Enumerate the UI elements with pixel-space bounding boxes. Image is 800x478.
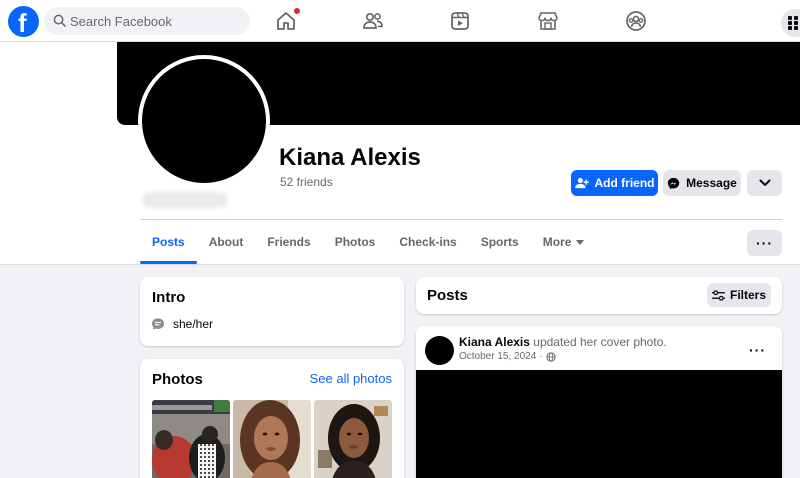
caret-down-icon xyxy=(576,239,585,245)
add-friend-button[interactable]: Add friend xyxy=(571,170,658,196)
posts-title: Posts xyxy=(427,287,468,304)
tab-friends[interactable]: Friends xyxy=(255,220,322,264)
tab-label: Check-ins xyxy=(399,235,457,249)
facebook-logo[interactable]: f xyxy=(8,6,39,38)
tab-label: Photos xyxy=(334,235,376,249)
notification-dot xyxy=(294,8,300,14)
see-all-photos-link[interactable]: See all photos xyxy=(310,371,392,386)
facebook-logo-letter: f xyxy=(18,8,27,38)
top-navigation-bar: f xyxy=(0,0,800,42)
tab-label: Sports xyxy=(480,235,519,249)
message-button[interactable]: Message xyxy=(663,170,741,196)
search-box[interactable] xyxy=(44,7,250,35)
tabs-more-options-button[interactable]: ··· xyxy=(747,230,782,256)
tab-label: About xyxy=(208,235,244,249)
marketplace-nav-button[interactable] xyxy=(536,9,560,33)
post-author-avatar[interactable] xyxy=(425,336,454,365)
search-input[interactable] xyxy=(70,7,246,35)
profile-tabs: Posts About Friends Photos Check-ins Spo… xyxy=(140,220,596,264)
photo-thumbnail[interactable] xyxy=(233,400,311,478)
pronouns-row: she/her xyxy=(151,317,213,331)
profile-avatar[interactable] xyxy=(138,55,270,187)
post-author-name[interactable]: Kiana Alexis xyxy=(459,335,530,349)
profile-name: Kiana Alexis xyxy=(279,144,421,171)
filters-label: Filters xyxy=(729,288,766,302)
post-date[interactable]: October 15, 2024 xyxy=(459,351,536,362)
profile-header: Kiana Alexis 52 friends Add friend Messa… xyxy=(0,42,800,265)
sliders-icon xyxy=(712,289,725,301)
groups-nav-button[interactable] xyxy=(624,9,648,33)
friends-count[interactable]: 52 friends xyxy=(280,175,333,189)
pronouns-text: she/her xyxy=(173,317,214,331)
post-options-button[interactable]: ··· xyxy=(749,342,766,360)
friends-icon xyxy=(363,12,383,29)
filters-button[interactable]: Filters xyxy=(707,283,771,307)
tab-label: Friends xyxy=(267,235,311,249)
intro-title: Intro xyxy=(152,289,186,306)
watch-icon xyxy=(451,12,469,30)
tab-more[interactable]: More xyxy=(531,220,597,264)
meta-separator: · xyxy=(539,351,543,362)
photos-card: Photos See all photos xyxy=(140,359,404,478)
tab-photos[interactable]: Photos xyxy=(323,220,388,264)
add-person-icon xyxy=(574,177,589,189)
friends-nav-button[interactable] xyxy=(361,9,385,33)
profile-options-button[interactable] xyxy=(747,170,782,196)
chevron-down-icon xyxy=(759,179,770,186)
post-card: Kiana Alexis updated her cover photo. Oc… xyxy=(416,326,782,478)
globe-icon xyxy=(545,351,556,362)
tab-sports[interactable]: Sports xyxy=(469,220,531,264)
menu-grid-icon[interactable] xyxy=(781,9,800,37)
search-icon xyxy=(53,14,66,27)
intro-card: Intro she/her xyxy=(140,277,404,346)
tab-posts[interactable]: Posts xyxy=(140,220,197,264)
photo-thumbnail[interactable] xyxy=(314,400,392,478)
speech-bubble-icon xyxy=(151,318,165,330)
add-friend-label: Add friend xyxy=(594,176,655,190)
messenger-icon xyxy=(667,177,680,189)
home-nav-button[interactable] xyxy=(274,8,300,33)
tab-check-ins[interactable]: Check-ins xyxy=(387,220,468,264)
watch-nav-button[interactable] xyxy=(448,9,472,33)
tab-label: More xyxy=(542,235,572,249)
photo-thumbnail[interactable] xyxy=(152,400,230,478)
groups-icon xyxy=(626,11,646,31)
message-label: Message xyxy=(686,176,737,190)
post-cover-image[interactable] xyxy=(416,370,782,478)
tab-label: Posts xyxy=(152,235,185,249)
tab-about[interactable]: About xyxy=(197,220,256,264)
photo-grid xyxy=(152,400,392,478)
more-dots-icon: ··· xyxy=(749,342,766,358)
more-dots-icon: ··· xyxy=(756,235,773,251)
blurred-text xyxy=(143,192,227,208)
photos-title: Photos xyxy=(152,371,203,388)
post-meta: October 15, 2024 · xyxy=(459,351,556,362)
post-action-text: updated her cover photo. xyxy=(533,335,667,349)
post-headline: Kiana Alexis updated her cover photo. xyxy=(459,335,667,349)
marketplace-icon xyxy=(538,12,558,30)
